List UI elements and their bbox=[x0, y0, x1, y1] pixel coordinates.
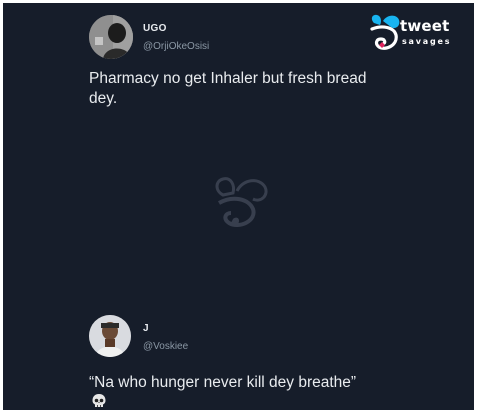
tweet-text-line: dey. bbox=[89, 90, 118, 107]
avatar[interactable] bbox=[89, 315, 131, 357]
tweet-screenshot: tweet savages UGO @OrjiOkeOsisi Pharmacy… bbox=[3, 3, 474, 410]
tweet-2: J @Voskiee “Na who hunger never kill dey… bbox=[3, 303, 474, 410]
tweet-1: UGO @OrjiOkeOsisi Pharmacy no get Inhale… bbox=[3, 3, 474, 133]
user-handle[interactable]: @Voskiee bbox=[143, 341, 188, 352]
skull-emoji-icon bbox=[91, 393, 107, 409]
tweet-text-line: Pharmacy no get Inhaler but fresh bread bbox=[89, 70, 367, 87]
avatar[interactable] bbox=[89, 15, 133, 59]
user-handle[interactable]: @OrjiOkeOsisi bbox=[143, 41, 209, 52]
display-name[interactable]: UGO bbox=[143, 23, 167, 34]
tweet-text-line: “Na who hunger never kill dey breathe” bbox=[89, 374, 357, 391]
tweet-text: “Na who hunger never kill dey breathe” bbox=[89, 373, 356, 393]
tweet-text: Pharmacy no get Inhaler but fresh bread … bbox=[89, 69, 366, 109]
watermark-logo-icon bbox=[209, 173, 271, 238]
display-name[interactable]: J bbox=[143, 323, 149, 334]
